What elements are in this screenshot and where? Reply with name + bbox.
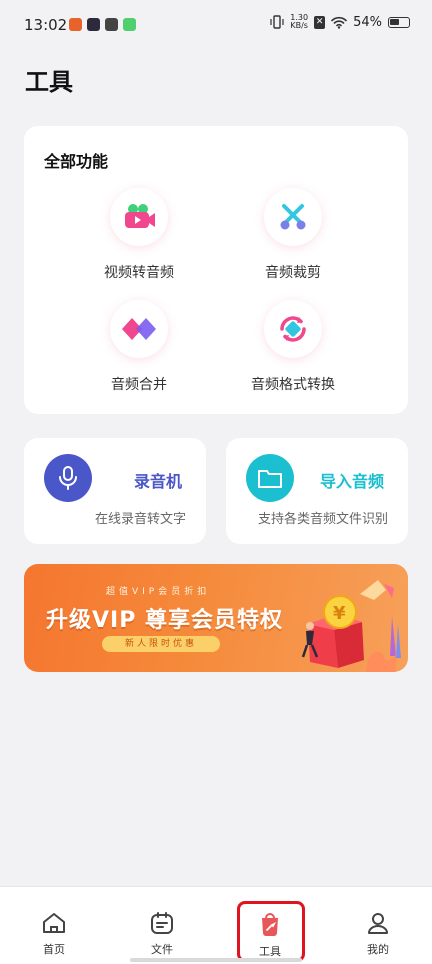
- feature-audio-cut[interactable]: 音频裁剪: [218, 188, 368, 282]
- folder-icon: [246, 454, 294, 502]
- nav-item-profile[interactable]: 我的: [348, 911, 408, 957]
- svg-text:¥: ¥: [333, 603, 346, 624]
- battery-icon: [388, 16, 410, 28]
- profile-icon: [368, 913, 388, 934]
- nav-label: 我的: [367, 943, 389, 956]
- app-notification-icon: [87, 18, 100, 31]
- network-speed: 1.30 KB/s: [290, 14, 308, 30]
- notification-icons: [69, 18, 136, 31]
- feature-label: 音频裁剪: [265, 265, 321, 281]
- banner-pill: 新人限时优惠: [102, 636, 220, 652]
- sim-x-icon: ✕: [314, 15, 326, 29]
- status-bar: 13:02 1.30 KB/s ✕ 54%: [0, 0, 432, 50]
- home-icon: [43, 913, 65, 933]
- vibrate-icon: [270, 15, 284, 29]
- video-to-audio-icon: [110, 188, 168, 246]
- battery-percent: 54%: [353, 14, 382, 30]
- import-subtitle: 支持各类音频文件识别: [257, 512, 388, 527]
- app-notification-icon: [69, 18, 82, 31]
- feature-label: 视频转音频: [104, 265, 174, 281]
- status-time: 13:02: [24, 16, 68, 34]
- vip-banner[interactable]: 超值VIP会员折扣 升级VIP 尊享会员特权 新人限时优惠 ¥: [24, 564, 408, 672]
- page-title: 工具: [25, 68, 73, 96]
- network-speed-unit: KB/s: [290, 21, 308, 30]
- active-tab-highlight: [237, 901, 305, 962]
- recorder-card[interactable]: 录音机 在线录音转文字: [24, 438, 206, 544]
- feature-audio-merge[interactable]: 音频合并: [64, 300, 214, 394]
- banner-small-text: 超值VIP会员折扣: [106, 587, 211, 597]
- app-notification-icon: [105, 18, 118, 31]
- feature-format-convert[interactable]: 音频格式转换: [218, 300, 368, 394]
- format-convert-icon: [264, 300, 322, 358]
- features-title: 全部功能: [44, 152, 109, 171]
- microphone-icon: [44, 454, 92, 502]
- feature-video-to-audio[interactable]: 视频转音频: [64, 188, 214, 282]
- features-card: 全部功能 视频转音频 音频裁剪 音频合并 音频格式转换: [24, 126, 408, 414]
- status-right: 1.30 KB/s ✕ 54%: [270, 14, 410, 30]
- recorder-subtitle: 在线录音转文字: [94, 512, 186, 527]
- nav-item-file[interactable]: 文件: [132, 911, 192, 957]
- import-title: 导入音频: [319, 472, 384, 491]
- import-audio-card[interactable]: 导入音频 支持各类音频文件识别: [226, 438, 408, 544]
- banner-title: 升级VIP 尊享会员特权: [46, 608, 283, 633]
- file-icon: [151, 912, 173, 934]
- home-indicator[interactable]: [130, 958, 302, 962]
- feature-label: 音频合并: [111, 377, 167, 393]
- scissors-icon: [264, 188, 322, 246]
- nav-item-home[interactable]: 首页: [24, 911, 84, 957]
- bottom-nav: 首页 文件 工具 我的: [0, 886, 432, 964]
- merge-icon: [110, 300, 168, 358]
- wifi-icon: [331, 16, 347, 29]
- app-notification-icon: [123, 18, 136, 31]
- banner-illustration: ¥: [301, 580, 401, 672]
- nav-label: 文件: [151, 943, 173, 956]
- nav-label: 首页: [43, 943, 65, 956]
- feature-label: 音频格式转换: [251, 377, 335, 393]
- recorder-title: 录音机: [133, 472, 182, 491]
